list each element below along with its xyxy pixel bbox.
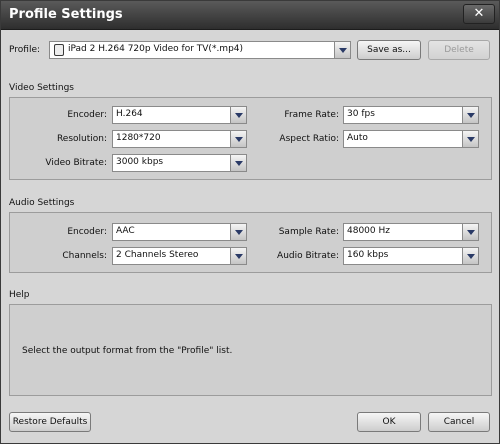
video-bitrate-label: Video Bitrate:: [45, 158, 107, 168]
close-icon: ✕: [473, 6, 485, 21]
chevron-down-icon[interactable]: [230, 224, 246, 240]
audio-bitrate-label: Audio Bitrate:: [277, 251, 339, 261]
chevron-down-icon[interactable]: [334, 42, 350, 58]
help-title: Help: [9, 290, 30, 300]
chevron-down-icon[interactable]: [462, 131, 478, 147]
profile-value: iPad 2 H.264 720p Video for TV(*.mp4): [68, 44, 244, 54]
chevron-down-icon[interactable]: [230, 131, 246, 147]
chevron-down-icon[interactable]: [462, 107, 478, 123]
cancel-button[interactable]: Cancel: [428, 412, 490, 432]
audio-settings-title: Audio Settings: [9, 198, 75, 208]
resolution-select[interactable]: 1280*720: [112, 130, 247, 148]
profile-label: Profile:: [9, 45, 41, 55]
save-as-button[interactable]: Save as...: [357, 40, 421, 60]
video-encoder-label: Encoder:: [67, 110, 107, 120]
audio-encoder-value: AAC: [116, 226, 135, 236]
aspect-ratio-label: Aspect Ratio:: [279, 134, 339, 144]
ok-button[interactable]: OK: [357, 412, 421, 432]
chevron-down-icon[interactable]: [462, 248, 478, 264]
sample-rate-select[interactable]: 48000 Hz: [343, 223, 479, 241]
chevron-down-icon[interactable]: [462, 224, 478, 240]
audio-bitrate-select[interactable]: 160 kbps: [343, 247, 479, 265]
chevron-down-icon[interactable]: [230, 107, 246, 123]
aspect-ratio-value: Auto: [347, 133, 368, 143]
frame-rate-value: 30 fps: [347, 109, 375, 119]
chevron-down-icon[interactable]: [230, 248, 246, 264]
video-settings-title: Video Settings: [9, 83, 74, 93]
resolution-label: Resolution:: [56, 134, 107, 144]
video-encoder-select[interactable]: H.264: [112, 106, 247, 124]
frame-rate-select[interactable]: 30 fps: [343, 106, 479, 124]
frame-rate-label: Frame Rate:: [284, 110, 339, 120]
restore-defaults-button[interactable]: Restore Defaults: [9, 412, 91, 432]
close-button[interactable]: ✕: [463, 4, 495, 24]
audio-encoder-select[interactable]: AAC: [112, 223, 247, 241]
video-encoder-value: H.264: [116, 109, 143, 119]
channels-value: 2 Channels Stereo: [116, 250, 199, 260]
chevron-down-icon[interactable]: [230, 155, 246, 171]
sample-rate-label: Sample Rate:: [278, 227, 339, 237]
delete-button[interactable]: Delete: [428, 40, 490, 60]
video-bitrate-select[interactable]: 3000 kbps: [112, 154, 247, 172]
help-panel: Select the output format from the "Profi…: [9, 304, 492, 396]
device-icon: [54, 44, 64, 56]
title-bar[interactable]: Profile Settings ✕: [1, 1, 499, 30]
audio-bitrate-value: 160 kbps: [347, 250, 389, 260]
sample-rate-value: 48000 Hz: [347, 226, 390, 236]
help-text: Select the output format from the "Profi…: [22, 346, 233, 356]
profile-select[interactable]: iPad 2 H.264 720p Video for TV(*.mp4): [49, 41, 351, 59]
resolution-value: 1280*720: [116, 133, 161, 143]
video-bitrate-value: 3000 kbps: [116, 157, 164, 167]
window-title: Profile Settings: [9, 7, 123, 22]
channels-label: Channels:: [62, 251, 107, 261]
audio-encoder-label: Encoder:: [67, 227, 107, 237]
channels-select[interactable]: 2 Channels Stereo: [112, 247, 247, 265]
aspect-ratio-select[interactable]: Auto: [343, 130, 479, 148]
profile-settings-dialog: Profile Settings ✕ Profile: iPad 2 H.264…: [0, 0, 500, 444]
